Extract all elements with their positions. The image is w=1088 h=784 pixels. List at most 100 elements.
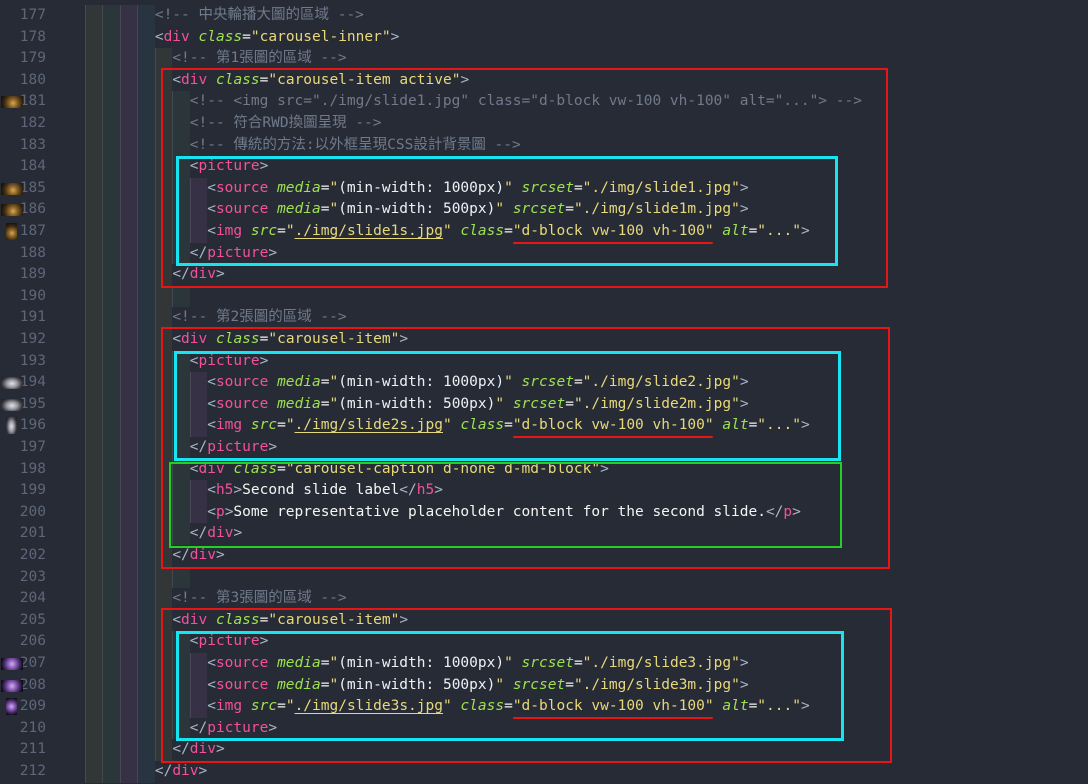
code-token: img	[216, 417, 242, 433]
line-number[interactable]: 206	[0, 631, 46, 653]
code-text[interactable]: <!-- 傳統的方法:以外框呈現CSS設計背景圖 -->	[85, 135, 521, 157]
code-text[interactable]: <div class="carousel-item">	[85, 610, 408, 632]
indent-whitespace	[85, 763, 155, 779]
code-text[interactable]: <source media="(min-width: 1000px)" srcs…	[85, 178, 749, 200]
line-number[interactable]: 182	[0, 113, 46, 135]
line-number[interactable]: 197	[0, 437, 46, 459]
line-number[interactable]: 200	[0, 502, 46, 524]
code-text[interactable]: <picture>	[85, 631, 268, 653]
code-token: div	[181, 331, 207, 347]
line-number[interactable]: 210	[0, 718, 46, 740]
code-text[interactable]: <div class="carousel-inner">	[85, 27, 399, 49]
code-text[interactable]: <img src="./img/slide1s.jpg" class="d-bl…	[85, 221, 810, 243]
code-token: >	[260, 633, 269, 649]
line-number[interactable]: 205	[0, 610, 46, 632]
code-text[interactable]: </div>	[85, 264, 225, 286]
code-text[interactable]: </picture>	[85, 437, 277, 459]
code-text[interactable]: <!-- 第2張圖的區域 -->	[85, 307, 347, 329]
code-text[interactable]: </div>	[85, 761, 207, 783]
code-token: h5	[417, 482, 434, 498]
code-token: "./img/slide3m.jpg"	[574, 677, 740, 693]
line-number[interactable]: 177	[0, 5, 46, 27]
code-line-195: 195 <source media="(min-width: 500px)" s…	[0, 394, 1088, 416]
code-text[interactable]: <div class="carousel-item active">	[85, 70, 469, 92]
code-text[interactable]: </div>	[85, 523, 242, 545]
code-line-183: 183 <!-- 傳統的方法:以外框呈現CSS設計背景圖 -->	[0, 135, 1088, 157]
code-editor[interactable]: 177 <!-- 中央輪播大圖的區域 --> 178 <div class="ca…	[0, 0, 1088, 784]
line-number[interactable]: 188	[0, 243, 46, 265]
indent-rainbow-column	[85, 286, 102, 308]
line-number[interactable]: 180	[0, 70, 46, 92]
line-number[interactable]: 179	[0, 48, 46, 70]
code-text[interactable]: <div class="carousel-caption d-none d-md…	[85, 459, 609, 481]
code-token: picture	[199, 353, 260, 369]
indent-rainbow-column	[172, 567, 189, 589]
line-number[interactable]: 193	[0, 351, 46, 373]
code-text[interactable]: <!-- 第1張圖的區域 -->	[85, 48, 347, 70]
code-token: src	[251, 417, 277, 433]
code-token: srcset	[522, 180, 574, 196]
code-token: </	[190, 245, 207, 261]
line-number[interactable]: 199	[0, 480, 46, 502]
indent-whitespace	[85, 137, 190, 153]
line-number[interactable]: 204	[0, 588, 46, 610]
code-text[interactable]: <h5>Second slide label</h5>	[85, 480, 443, 502]
code-token	[207, 331, 216, 347]
code-text[interactable]: <!-- <img src="./img/slide1.jpg" class="…	[85, 91, 862, 113]
image-preview-thumbnail	[1, 183, 23, 195]
code-text[interactable]: <img src="./img/slide2s.jpg" class="d-bl…	[85, 415, 810, 437]
code-token: <	[207, 374, 216, 390]
code-token: source	[216, 180, 268, 196]
code-token: <	[207, 677, 216, 693]
code-token: <	[207, 698, 216, 714]
code-text[interactable]: <!-- 第3張圖的區域 -->	[85, 588, 347, 610]
line-number[interactable]: 184	[0, 156, 46, 178]
code-text[interactable]: <!-- 符合RWD換圖呈現 -->	[85, 113, 382, 135]
code-text[interactable]: <source media="(min-width: 500px)" srcse…	[85, 199, 749, 221]
code-token: =	[574, 374, 583, 390]
code-token: <!-- 傳統的方法:以外框呈現CSS設計背景圖 -->	[190, 137, 521, 153]
code-line-187: 187 <img src="./img/slide1s.jpg" class="…	[0, 221, 1088, 243]
code-text[interactable]: <source media="(min-width: 1000px)" srcs…	[85, 372, 749, 394]
code-text[interactable]: <img src="./img/slide3s.jpg" class="d-bl…	[85, 696, 810, 718]
line-number[interactable]: 211	[0, 739, 46, 761]
line-number[interactable]: 189	[0, 264, 46, 286]
code-text[interactable]: <picture>	[85, 351, 268, 373]
code-line-199: 199 <h5>Second slide label</h5>	[0, 480, 1088, 502]
code-text[interactable]: <picture>	[85, 156, 268, 178]
code-line-190: 190	[0, 286, 1088, 308]
code-token: <	[172, 72, 181, 88]
code-token: </	[399, 482, 416, 498]
code-text[interactable]: <source media="(min-width: 500px)" srcse…	[85, 675, 749, 697]
code-text[interactable]: <p>Some representative placeholder conte…	[85, 502, 801, 524]
code-token: <	[190, 461, 199, 477]
line-number[interactable]: 212	[0, 761, 46, 783]
line-number[interactable]: 203	[0, 567, 46, 589]
code-text[interactable]: <source media="(min-width: 500px)" srcse…	[85, 394, 749, 416]
line-number[interactable]: 202	[0, 545, 46, 567]
code-line-197: 197 </picture>	[0, 437, 1088, 459]
code-line-189: 189 </div>	[0, 264, 1088, 286]
code-text[interactable]: <div class="carousel-item">	[85, 329, 408, 351]
code-text[interactable]: </picture>	[85, 718, 277, 740]
code-text[interactable]: </picture>	[85, 243, 277, 265]
code-token: h5	[216, 482, 233, 498]
code-text[interactable]: </div>	[85, 739, 225, 761]
indent-guide	[137, 567, 138, 589]
code-text[interactable]: </div>	[85, 545, 225, 567]
line-number[interactable]: 190	[0, 286, 46, 308]
line-number[interactable]: 178	[0, 27, 46, 49]
line-number[interactable]: 198	[0, 459, 46, 481]
code-text[interactable]: <!-- 中央輪播大圖的區域 -->	[85, 5, 364, 27]
code-token: =	[574, 655, 583, 671]
indent-whitespace	[85, 525, 190, 541]
code-text[interactable]: <source media="(min-width: 1000px)" srcs…	[85, 653, 749, 675]
code-token: (min-width: 500px)	[338, 396, 495, 412]
line-number[interactable]: 192	[0, 329, 46, 351]
line-number[interactable]: 201	[0, 523, 46, 545]
code-token: =	[504, 698, 513, 714]
line-number[interactable]: 183	[0, 135, 46, 157]
code-token: Some representative placeholder content …	[233, 504, 766, 520]
line-number[interactable]: 191	[0, 307, 46, 329]
code-token: source	[216, 655, 268, 671]
